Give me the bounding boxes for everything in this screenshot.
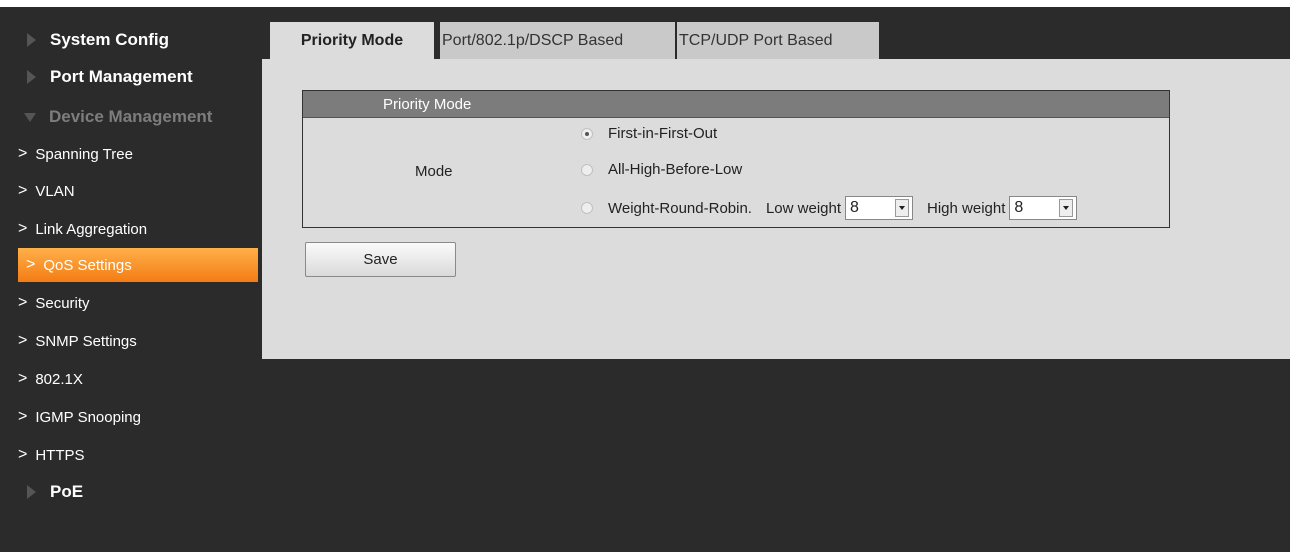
option-label: Weight-Round-Robin. xyxy=(608,199,752,217)
sidebar-section-poe[interactable]: PoE xyxy=(0,474,260,510)
sidebar-section-label: PoE xyxy=(50,482,84,501)
priority-mode-panel: Priority Mode Mode First-in-First-Out Al… xyxy=(302,90,1170,228)
collapse-arrow-icon xyxy=(24,112,36,122)
sidebar-item-label: Link Aggregation xyxy=(35,220,148,238)
option-all-high-before-low[interactable]: All-High-Before-Low xyxy=(581,161,742,178)
low-weight-value: 8 xyxy=(850,199,859,216)
sidebar-section-port-management[interactable]: Port Management xyxy=(0,59,260,95)
chevron-right-icon: > xyxy=(18,182,28,199)
sidebar-item-igmp-snooping[interactable]: > IGMP Snooping xyxy=(18,400,258,434)
sidebar-section-system-config[interactable]: System Config xyxy=(0,22,260,58)
chevron-right-icon: > xyxy=(26,256,36,273)
tab-priority-mode[interactable]: Priority Mode xyxy=(270,22,434,59)
low-weight-label: Low weight xyxy=(765,199,842,217)
chevron-right-icon: > xyxy=(18,220,28,237)
sidebar-item-link-aggregation[interactable]: > Link Aggregation xyxy=(18,212,258,246)
sidebar-item-vlan[interactable]: > VLAN xyxy=(18,174,258,208)
chevron-right-icon: > xyxy=(18,332,28,349)
sidebar-item-https[interactable]: > HTTPS xyxy=(18,438,258,472)
high-weight-select[interactable]: 8 xyxy=(1009,196,1078,220)
mode-label: Mode xyxy=(415,163,453,180)
sidebar-item-label: SNMP Settings xyxy=(35,332,137,350)
option-weight-round-robin[interactable]: Weight-Round-Robin. Low weight 8 High we… xyxy=(581,196,1078,220)
sidebar-item-8021x[interactable]: > 802.1X xyxy=(18,362,258,396)
dropdown-arrow-icon[interactable] xyxy=(1059,199,1074,217)
sidebar-item-snmp-settings[interactable]: > SNMP Settings xyxy=(18,324,258,358)
sidebar-item-label: HTTPS xyxy=(35,446,85,464)
sidebar-section-label: Device Management xyxy=(49,107,213,126)
expand-arrow-icon xyxy=(27,70,36,84)
sidebar-item-label: Security xyxy=(35,294,90,312)
sidebar-section-label: System Config xyxy=(50,30,170,49)
top-strip xyxy=(0,0,1290,7)
chevron-right-icon: > xyxy=(18,294,28,311)
panel-title: Priority Mode xyxy=(303,91,1169,118)
radio-button[interactable] xyxy=(581,127,593,140)
sidebar-item-label: QoS Settings xyxy=(43,256,132,274)
tab-tcp-udp-port-based[interactable]: TCP/UDP Port Based xyxy=(675,22,879,59)
option-label: First-in-First-Out xyxy=(608,125,718,142)
option-first-in-first-out[interactable]: First-in-First-Out xyxy=(581,125,717,142)
sidebar-item-label: VLAN xyxy=(35,182,75,200)
sidebar-section-device-management[interactable]: Device Management xyxy=(0,99,260,135)
save-button[interactable]: Save xyxy=(305,242,456,277)
chevron-right-icon: > xyxy=(18,145,28,162)
sidebar-item-security[interactable]: > Security xyxy=(18,286,258,320)
expand-arrow-icon xyxy=(27,33,36,47)
option-label: All-High-Before-Low xyxy=(608,161,743,178)
radio-button[interactable] xyxy=(581,163,593,176)
sidebar-item-label: 802.1X xyxy=(35,370,83,388)
sidebar-section-label: Port Management xyxy=(50,67,193,86)
sidebar-item-qos-settings[interactable]: > QoS Settings xyxy=(18,248,258,282)
chevron-right-icon: > xyxy=(18,408,28,425)
high-weight-label: High weight xyxy=(927,199,1006,217)
radio-button[interactable] xyxy=(581,202,593,214)
high-weight-value: 8 xyxy=(1014,199,1024,216)
chevron-right-icon: > xyxy=(18,370,28,387)
chevron-right-icon: > xyxy=(18,446,28,463)
dropdown-arrow-icon[interactable] xyxy=(895,199,910,217)
sidebar-item-spanning-tree[interactable]: > Spanning Tree xyxy=(18,137,258,171)
sidebar-item-label: Spanning Tree xyxy=(35,145,133,163)
expand-arrow-icon xyxy=(27,485,36,499)
sidebar-item-label: IGMP Snooping xyxy=(35,408,141,426)
tab-port-8021p-dscp-based[interactable]: Port/802.1p/DSCP Based xyxy=(438,22,675,59)
low-weight-select[interactable]: 8 xyxy=(845,196,914,220)
